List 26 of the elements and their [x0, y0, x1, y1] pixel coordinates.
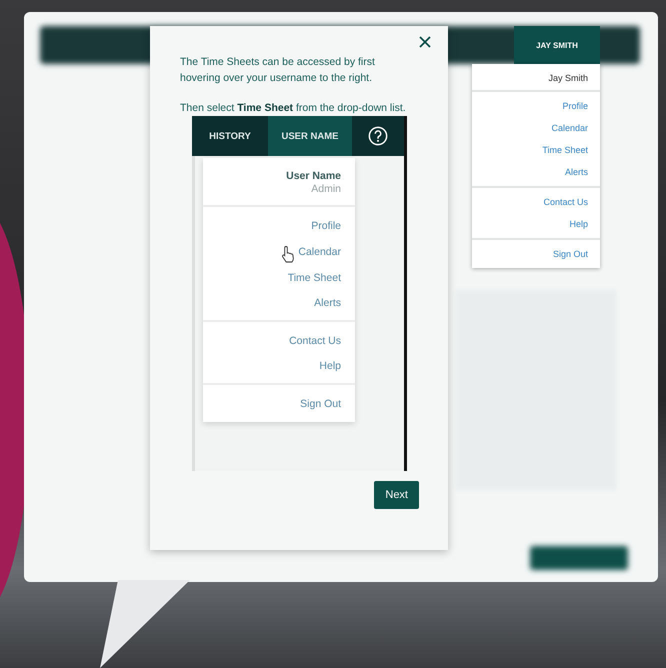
instruction-text: The Time Sheets can be accessed by first hovering over your username to the right. [180, 55, 376, 86]
menu-item[interactable]: Calendar [298, 246, 341, 258]
user-menu-tab[interactable]: JAY SMITH [514, 26, 600, 64]
nav-tab[interactable]: HISTORY [192, 116, 268, 156]
menu-item[interactable]: Sign Out [300, 398, 341, 410]
instruction-text: Then select Time Sheet from the drop-down list. [180, 101, 407, 116]
user-name: Jay Smith [472, 64, 600, 92]
user-role: Admin [311, 183, 341, 195]
user-name: User Name [286, 170, 341, 182]
menu-item[interactable]: Profile [562, 101, 588, 111]
nav-tab[interactable]: USER NAME [268, 116, 352, 156]
menu-item[interactable]: Calendar [551, 123, 588, 133]
menu-item[interactable]: Time Sheet [542, 145, 588, 155]
menu-item[interactable]: Help [319, 360, 341, 372]
hand-cursor-icon [281, 245, 296, 263]
menu-item[interactable]: Contact Us [543, 197, 588, 207]
menu-item[interactable]: Alerts [314, 297, 341, 309]
menu-item[interactable]: Contact Us [289, 335, 341, 347]
menu-item[interactable]: Alerts [564, 167, 588, 177]
menu-item[interactable]: Time Sheet [288, 272, 341, 284]
menu-item[interactable]: Sign Out [552, 249, 588, 259]
menu-item[interactable]: Profile [311, 220, 341, 232]
menu-item[interactable]: Help [569, 219, 588, 229]
next-button[interactable]: Next [374, 481, 419, 509]
close-icon[interactable] [419, 36, 431, 48]
help-icon[interactable] [368, 126, 388, 146]
